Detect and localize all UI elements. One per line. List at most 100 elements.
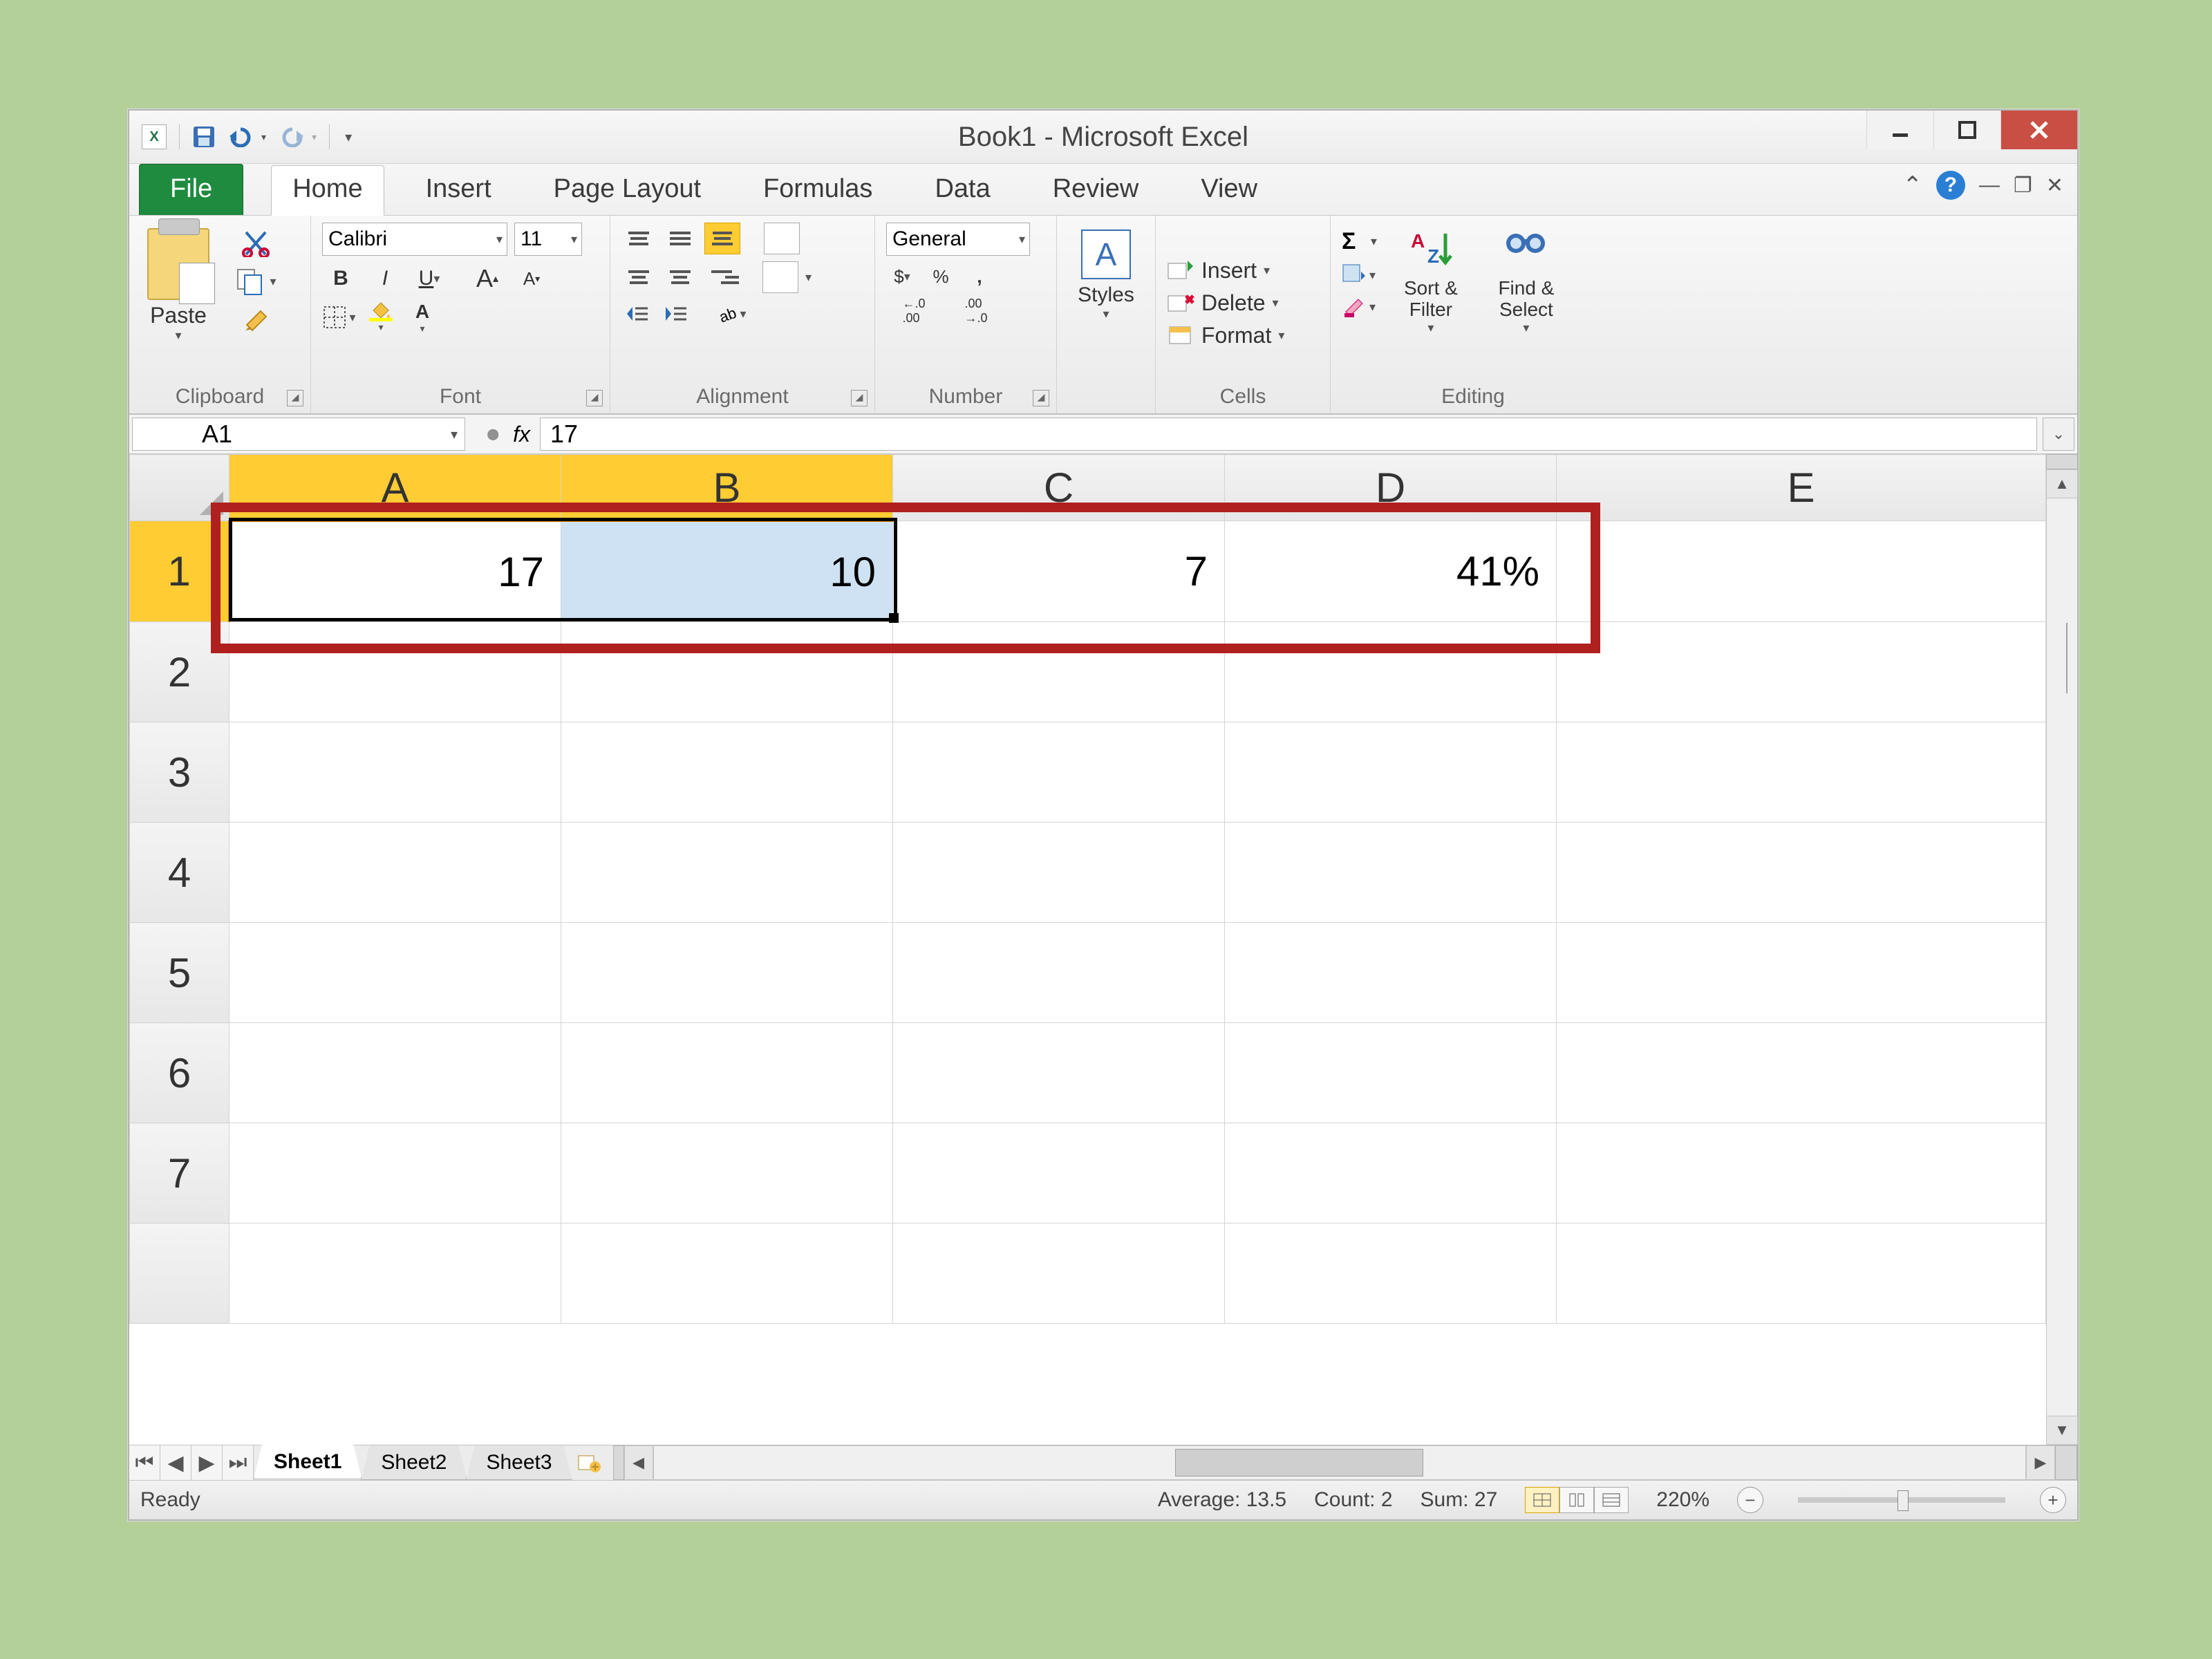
hscroll-track[interactable] bbox=[653, 1445, 2026, 1480]
cell-c5[interactable] bbox=[893, 923, 1225, 1023]
zoom-slider[interactable] bbox=[1798, 1497, 2005, 1503]
row-header-6[interactable]: 6 bbox=[130, 1023, 229, 1123]
redo-button[interactable]: ▾ bbox=[279, 126, 317, 147]
format-cells-button[interactable]: Format▾ bbox=[1167, 323, 1284, 348]
scroll-up-icon[interactable]: ▲ bbox=[2046, 469, 2078, 498]
name-box[interactable]: A1 ▾ bbox=[132, 418, 465, 451]
align-top-button[interactable] bbox=[621, 223, 656, 254]
percent-format-button[interactable]: % bbox=[925, 263, 957, 290]
comma-format-button[interactable]: , bbox=[964, 263, 995, 290]
align-right-button[interactable] bbox=[704, 262, 739, 292]
row-header-1[interactable]: 1 bbox=[130, 521, 229, 622]
align-bottom-button[interactable] bbox=[704, 223, 740, 254]
cell-c3[interactable] bbox=[893, 722, 1225, 823]
fx-icon[interactable]: fx bbox=[513, 422, 530, 447]
increase-decimal-button[interactable]: ←.0.00 bbox=[886, 297, 941, 325]
cut-button[interactable] bbox=[242, 229, 270, 257]
col-header-e[interactable]: E bbox=[1557, 455, 2046, 521]
format-painter-button[interactable] bbox=[241, 306, 270, 335]
fill-button[interactable]: ▾ bbox=[1342, 263, 1377, 287]
cell-a7[interactable] bbox=[229, 1123, 561, 1224]
cell-e6[interactable] bbox=[1557, 1023, 2046, 1123]
insert-cells-button[interactable]: Insert▾ bbox=[1167, 258, 1270, 283]
autosum-button[interactable]: Σ ▾ bbox=[1342, 228, 1377, 255]
excel-app-icon[interactable] bbox=[142, 124, 167, 149]
cell-d6[interactable] bbox=[1225, 1023, 1557, 1123]
cell-b7[interactable] bbox=[561, 1123, 893, 1224]
maximize-button[interactable] bbox=[1933, 111, 2000, 149]
delete-cells-button[interactable]: Delete▾ bbox=[1167, 290, 1279, 316]
number-dialog-launcher[interactable]: ◢ bbox=[1033, 390, 1049, 406]
workbook-close-icon[interactable]: ✕ bbox=[2046, 174, 2063, 198]
bold-button[interactable]: B bbox=[322, 263, 359, 294]
qat-customize-icon[interactable]: ▾ bbox=[345, 129, 352, 146]
tab-scroll-split[interactable] bbox=[613, 1445, 624, 1480]
ribbon-collapse-icon[interactable]: ⌃ bbox=[1902, 171, 1922, 199]
cell-a6[interactable] bbox=[229, 1023, 561, 1123]
tab-page-layout[interactable]: Page Layout bbox=[533, 166, 722, 215]
styles-button[interactable]: A Styles ▾ bbox=[1078, 223, 1134, 321]
tab-home[interactable]: Home bbox=[271, 165, 384, 216]
row-header-5[interactable]: 5 bbox=[130, 923, 229, 1023]
zoom-slider-thumb[interactable] bbox=[1897, 1490, 1909, 1511]
cell-e5[interactable] bbox=[1557, 923, 2046, 1023]
horizontal-split-box[interactable] bbox=[2055, 1445, 2077, 1480]
tab-insert[interactable]: Insert bbox=[405, 166, 512, 215]
cell-c2[interactable] bbox=[893, 622, 1225, 722]
paste-button[interactable]: Paste ▾ bbox=[140, 223, 216, 343]
font-dialog-launcher[interactable]: ◢ bbox=[586, 390, 603, 406]
workbook-minimize-icon[interactable]: — bbox=[1979, 174, 2000, 197]
row-header-2[interactable]: 2 bbox=[130, 622, 229, 722]
workbook-restore-icon[interactable]: ❐ bbox=[2014, 174, 2032, 198]
wrap-text-button[interactable] bbox=[764, 223, 800, 254]
cell-b5[interactable] bbox=[561, 923, 893, 1023]
shrink-font-button[interactable]: A▾ bbox=[513, 263, 550, 294]
row-header-4[interactable]: 4 bbox=[130, 823, 229, 923]
decrease-indent-button[interactable] bbox=[621, 300, 653, 328]
horizontal-scrollbar[interactable]: ◀ ▶ bbox=[613, 1445, 2077, 1480]
sheet-tab-1[interactable]: Sheet1 bbox=[254, 1445, 362, 1479]
spreadsheet-grid[interactable]: A B C D E 1 17 10 7 41% 2 3 4 5 bbox=[129, 454, 2046, 1324]
scroll-left-icon[interactable]: ◀ bbox=[624, 1445, 653, 1480]
file-tab[interactable]: File bbox=[139, 164, 243, 215]
cell-c6[interactable] bbox=[893, 1023, 1225, 1123]
cell-d4[interactable] bbox=[1225, 823, 1557, 923]
clear-button[interactable]: ▾ bbox=[1342, 295, 1377, 319]
cell-b2[interactable] bbox=[561, 622, 893, 722]
zoom-out-button[interactable]: − bbox=[1737, 1487, 1763, 1513]
undo-dropdown-icon[interactable]: ▾ bbox=[261, 131, 266, 143]
sheet-nav-first[interactable]: ⏮ bbox=[129, 1445, 160, 1480]
cell-b3[interactable] bbox=[561, 722, 893, 823]
orientation-button[interactable]: ab▾ bbox=[715, 300, 747, 328]
col-header-b[interactable]: B bbox=[561, 455, 893, 521]
align-center-button[interactable] bbox=[663, 262, 697, 292]
select-all-corner[interactable] bbox=[130, 455, 229, 521]
col-header-a[interactable]: A bbox=[229, 455, 561, 521]
sheet-tab-2[interactable]: Sheet2 bbox=[361, 1445, 467, 1480]
align-left-button[interactable] bbox=[621, 262, 656, 292]
row-header-7[interactable]: 7 bbox=[130, 1123, 229, 1224]
hscroll-thumb[interactable] bbox=[1175, 1449, 1423, 1477]
save-button[interactable] bbox=[192, 125, 216, 149]
cell-d3[interactable] bbox=[1225, 722, 1557, 823]
cell-d2[interactable] bbox=[1225, 622, 1557, 722]
sheet-tab-3[interactable]: Sheet3 bbox=[466, 1445, 572, 1480]
zoom-level[interactable]: 220% bbox=[1656, 1488, 1709, 1512]
cell-e2[interactable] bbox=[1557, 622, 2046, 722]
grow-font-button[interactable]: A▴ bbox=[469, 263, 506, 294]
cell-e7[interactable] bbox=[1557, 1123, 2046, 1224]
tab-view[interactable]: View bbox=[1180, 166, 1278, 215]
fill-color-button[interactable]: ▾ bbox=[364, 301, 398, 333]
cell-a5[interactable] bbox=[229, 923, 561, 1023]
cell-d5[interactable] bbox=[1225, 923, 1557, 1023]
col-header-c[interactable]: C bbox=[893, 455, 1225, 521]
redo-dropdown-icon[interactable]: ▾ bbox=[312, 131, 317, 143]
merge-center-button[interactable] bbox=[762, 261, 798, 293]
find-select-button[interactable]: Find & Select▾ bbox=[1485, 223, 1568, 335]
vertical-scrollbar[interactable]: ▲ ▼ bbox=[2046, 454, 2077, 1445]
formula-input[interactable]: 17 bbox=[540, 418, 2037, 451]
cell-b1[interactable]: 10 bbox=[561, 521, 893, 622]
tab-data[interactable]: Data bbox=[914, 166, 1011, 215]
underline-button[interactable]: U▾ bbox=[411, 263, 448, 294]
cell-e3[interactable] bbox=[1557, 722, 2046, 823]
